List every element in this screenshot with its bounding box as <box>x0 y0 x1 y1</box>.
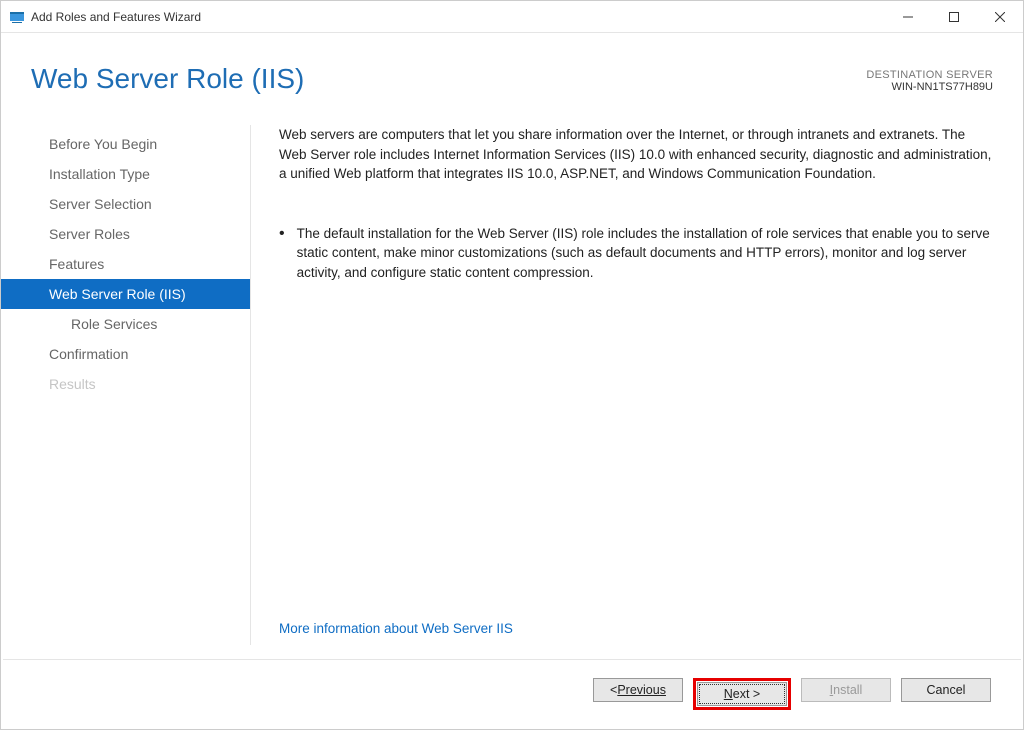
nav-item-confirmation[interactable]: Confirmation <box>1 339 250 369</box>
destination-label: DESTINATION SERVER <box>866 69 993 81</box>
main-area: Before You BeginInstallation TypeServer … <box>1 105 1023 645</box>
minimize-button[interactable] <box>885 1 931 32</box>
close-button[interactable] <box>977 1 1023 32</box>
previous-label: Previous <box>617 683 666 697</box>
window-title: Add Roles and Features Wizard <box>31 10 885 24</box>
nav-item-server-roles[interactable]: Server Roles <box>1 219 250 249</box>
install-rest: nstall <box>833 683 862 697</box>
cancel-button[interactable]: Cancel <box>901 678 991 702</box>
next-button[interactable]: Next > <box>697 682 787 706</box>
wizard-icon <box>9 9 25 25</box>
bullet-icon: • <box>279 224 285 283</box>
maximize-button[interactable] <box>931 1 977 32</box>
destination-name: WIN-NN1TS77H89U <box>866 81 993 93</box>
nav-item-role-services[interactable]: Role Services <box>1 309 250 339</box>
titlebar: Add Roles and Features Wizard <box>1 1 1023 33</box>
footer-buttons: < Previous Next > Install Cancel <box>3 659 1021 710</box>
window-controls <box>885 1 1023 32</box>
header: Web Server Role (IIS) DESTINATION SERVER… <box>1 33 1023 105</box>
nav-item-features[interactable]: Features <box>1 249 250 279</box>
nav-sidebar: Before You BeginInstallation TypeServer … <box>1 125 251 645</box>
destination-info: DESTINATION SERVER WIN-NN1TS77H89U <box>866 63 993 93</box>
intro-text: Web servers are computers that let you s… <box>279 125 993 184</box>
nav-item-before-you-begin[interactable]: Before You Begin <box>1 129 250 159</box>
bullet-text: The default installation for the Web Ser… <box>297 224 993 283</box>
more-info-link[interactable]: More information about Web Server IIS <box>279 583 993 639</box>
bullet-item: •The default installation for the Web Se… <box>279 224 993 283</box>
install-button: Install <box>801 678 891 702</box>
bullet-list: •The default installation for the Web Se… <box>279 224 993 303</box>
nav-item-server-selection[interactable]: Server Selection <box>1 189 250 219</box>
next-button-highlight: Next > <box>693 678 791 710</box>
content-pane: Web servers are computers that let you s… <box>251 125 1023 645</box>
previous-button[interactable]: < Previous <box>593 678 683 702</box>
page-title: Web Server Role (IIS) <box>31 63 304 95</box>
nav-item-results: Results <box>1 369 250 399</box>
nav-item-installation-type[interactable]: Installation Type <box>1 159 250 189</box>
nav-item-web-server-role-iis-[interactable]: Web Server Role (IIS) <box>1 279 250 309</box>
